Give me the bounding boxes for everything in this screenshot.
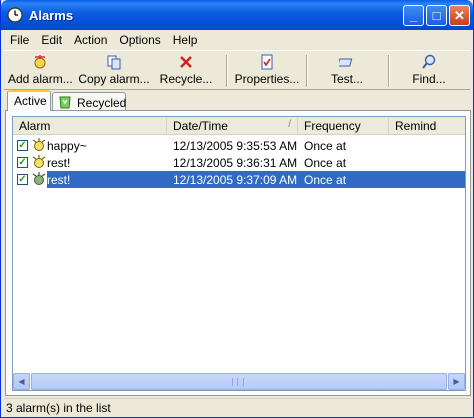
minimize-button[interactable]: _ [403, 5, 424, 26]
window-title: Alarms [29, 8, 74, 23]
column-alarm-label: Alarm [19, 119, 51, 133]
menu-edit[interactable]: Edit [35, 33, 68, 47]
properties-icon [261, 54, 273, 70]
table-row[interactable]: ✓ rest! 12/13/2005 9:36:31 AM Once at [13, 154, 465, 171]
test-button[interactable]: Test... [322, 52, 372, 90]
test-label: Test... [330, 72, 363, 86]
table-row[interactable]: ✓ happy~ 12/13/2005 9:35:53 AM Once at [13, 137, 465, 154]
status-text: 3 alarm(s) in the list [6, 401, 111, 415]
recycle-button[interactable]: Recycle... [158, 52, 214, 90]
grip-icon [232, 378, 244, 386]
alarm-datetime: 12/13/2005 9:36:31 AM [173, 156, 298, 170]
add-alarm-button[interactable]: Add alarm... [8, 52, 73, 90]
menu-bar: File Edit Action Options Help [4, 30, 470, 49]
tab-recycled-label: Recycled [77, 96, 127, 110]
alarm-list[interactable]: Alarm Date/Time / Frequency Remind ✓ happ… [12, 116, 466, 391]
delete-x-icon [180, 56, 192, 68]
toolbar-separator [388, 55, 390, 87]
enabled-checkbox[interactable]: ✓ [17, 140, 28, 151]
column-header-alarm[interactable]: Alarm [13, 117, 167, 135]
alarm-name: happy~ [47, 139, 87, 153]
find-label: Find... [412, 72, 446, 86]
maximize-button[interactable]: □ [426, 5, 447, 26]
column-datetime-label: Date/Time [173, 119, 228, 133]
alarm-bell-icon [32, 172, 46, 185]
toolbar: Add alarm... Copy alarm... Recycle... Pr… [4, 50, 470, 90]
menu-help[interactable]: Help [167, 33, 204, 47]
recycle-bin-icon [59, 96, 71, 109]
alarm-frequency: Once at [304, 173, 347, 187]
list-header: Alarm Date/Time / Frequency Remind [13, 117, 465, 135]
copy-alarm-label: Copy alarm... [78, 72, 150, 86]
alarms-window: Alarms _ □ ✕ File Edit Action Options He… [0, 0, 474, 418]
recycle-label: Recycle... [159, 72, 213, 86]
alarm-name: rest! [47, 156, 71, 170]
toolbar-separator [226, 55, 228, 87]
column-frequency-label: Frequency [304, 119, 361, 133]
alarm-datetime: 12/13/2005 9:37:09 AM [173, 173, 298, 187]
column-header-datetime[interactable]: Date/Time / [167, 117, 298, 135]
alarm-datetime: 12/13/2005 9:35:53 AM [173, 139, 298, 153]
tab-panel: Alarm Date/Time / Frequency Remind ✓ happ… [5, 110, 471, 396]
alarm-name: rest! [47, 173, 71, 187]
scroll-left-button[interactable]: ◀ [13, 373, 30, 390]
tab-strip: Active Recycled [5, 90, 471, 112]
menu-options[interactable]: Options [113, 33, 166, 47]
scroll-right-button[interactable]: ▶ [448, 373, 465, 390]
copy-alarm-button[interactable]: Copy alarm... [78, 52, 150, 90]
tab-recycled[interactable]: Recycled [52, 92, 126, 112]
alarm-frequency: Once at [304, 156, 347, 170]
copy-icon [107, 55, 121, 70]
tab-active-label: Active [14, 94, 47, 108]
sort-indicator-icon: / [288, 119, 291, 130]
column-header-remind[interactable]: Remind [389, 117, 465, 135]
horizontal-scrollbar[interactable]: ◀ ▶ [13, 373, 465, 390]
properties-label: Properties... [234, 72, 300, 86]
toolbar-separator [306, 55, 308, 87]
scroll-thumb[interactable] [31, 373, 447, 390]
magnifier-icon [422, 54, 436, 69]
enabled-checkbox[interactable]: ✓ [17, 157, 28, 168]
find-button[interactable]: Find... [406, 52, 452, 90]
enabled-checkbox[interactable]: ✓ [17, 174, 28, 185]
menu-action[interactable]: Action [68, 33, 113, 47]
column-remind-label: Remind [395, 119, 437, 133]
close-button[interactable]: ✕ [449, 5, 470, 26]
menu-file[interactable]: File [4, 33, 35, 47]
add-alarm-label: Add alarm... [8, 72, 73, 86]
properties-button[interactable]: Properties... [232, 52, 302, 90]
title-bar[interactable]: Alarms _ □ ✕ [1, 0, 473, 30]
status-bar: 3 alarm(s) in the list [4, 398, 470, 415]
table-row-selected[interactable]: ✓ rest! 12/13/2005 9:37:09 AM Once at [13, 171, 465, 188]
clock-icon [7, 7, 23, 23]
alarm-bell-icon [32, 138, 46, 151]
alarm-bell-icon [32, 155, 46, 168]
test-icon [339, 58, 353, 67]
tab-active[interactable]: Active [7, 90, 51, 111]
column-header-frequency[interactable]: Frequency [298, 117, 389, 135]
alarm-frequency: Once at [304, 139, 347, 153]
add-alarm-icon [34, 55, 46, 69]
